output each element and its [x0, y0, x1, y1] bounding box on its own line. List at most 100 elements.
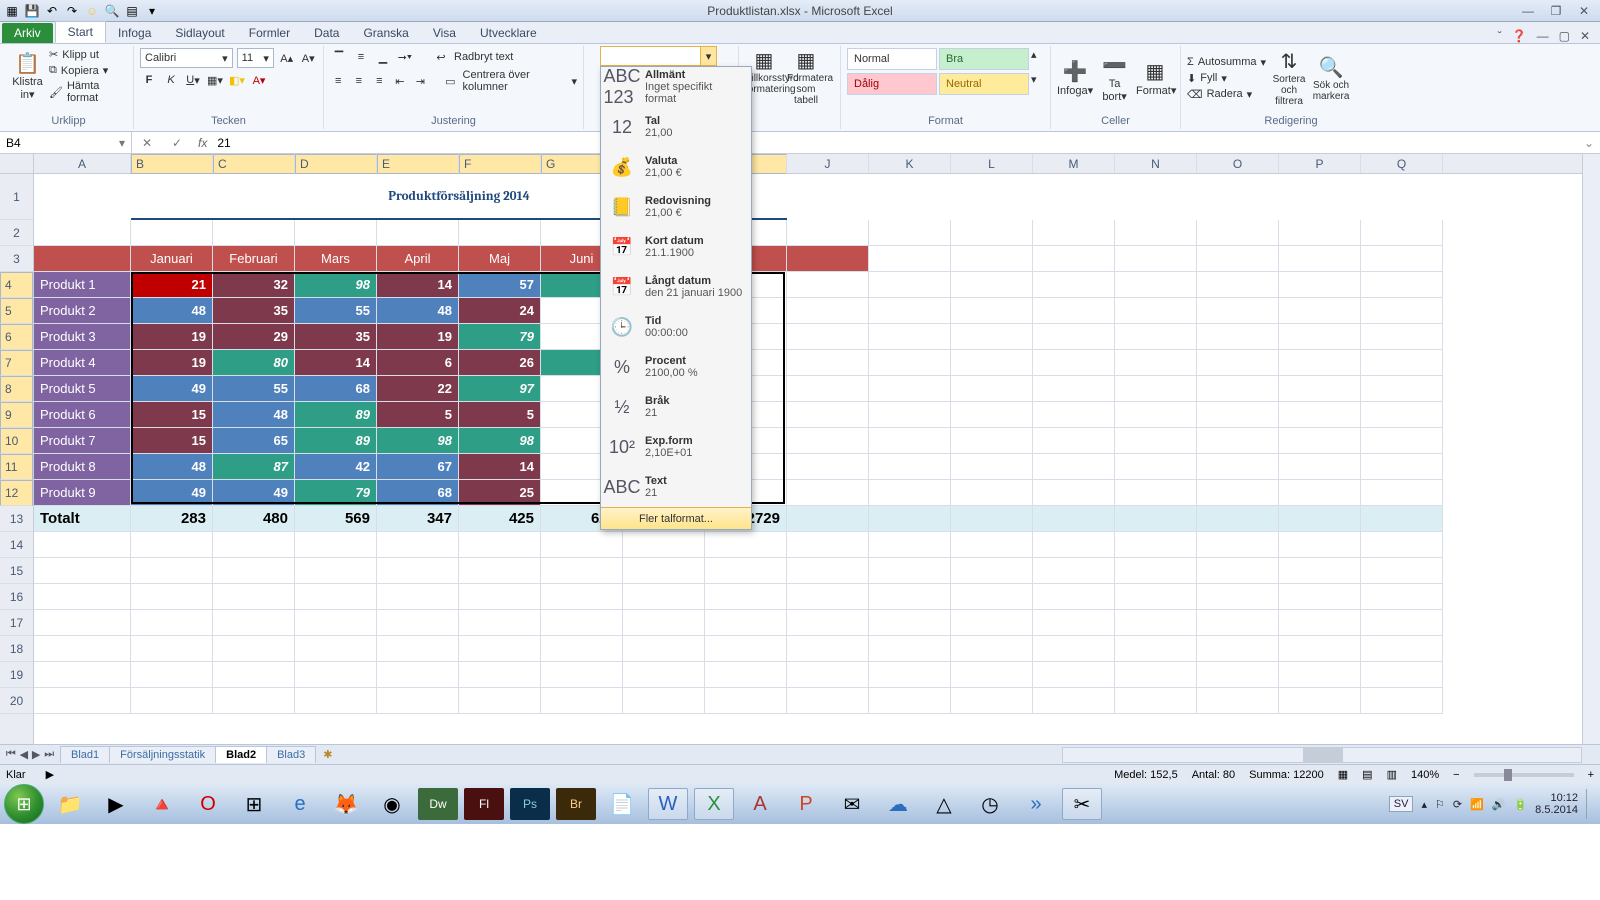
cell[interactable] [34, 558, 131, 584]
cell[interactable] [1279, 298, 1361, 324]
cell[interactable] [869, 506, 951, 532]
window-min-icon[interactable]: — [1537, 29, 1549, 43]
zoom-in-icon[interactable]: + [1588, 769, 1594, 781]
cell[interactable] [1115, 350, 1197, 376]
cell[interactable] [869, 298, 951, 324]
align-bot-icon[interactable]: ▁ [374, 48, 392, 66]
row-header[interactable]: 4 [0, 272, 33, 298]
cell[interactable] [213, 584, 295, 610]
cell[interactable] [1115, 272, 1197, 298]
cell[interactable]: 24 [459, 298, 541, 324]
cell[interactable] [951, 350, 1033, 376]
cell[interactable] [869, 558, 951, 584]
cell[interactable] [787, 428, 869, 454]
row-header[interactable]: 15 [0, 558, 33, 584]
cell[interactable] [1033, 376, 1115, 402]
cell[interactable] [787, 532, 869, 558]
cell[interactable] [377, 636, 459, 662]
number-format-option[interactable]: 🕒Tid00:00:00 [601, 307, 751, 347]
cell[interactable] [951, 532, 1033, 558]
cell[interactable] [1279, 324, 1361, 350]
cell[interactable] [1361, 272, 1443, 298]
cell[interactable] [34, 220, 131, 246]
cell[interactable] [1115, 610, 1197, 636]
paste-button[interactable]: 📋Klistra in▾ [10, 51, 45, 101]
row-header[interactable]: 6 [0, 324, 33, 350]
cell[interactable] [1115, 584, 1197, 610]
cell[interactable] [705, 662, 787, 688]
cell[interactable] [295, 610, 377, 636]
cell[interactable]: 35 [295, 324, 377, 350]
taskbar-photoshop-icon[interactable]: Ps [510, 788, 550, 820]
cell[interactable]: 87 [213, 454, 295, 480]
cell[interactable]: 98 [295, 272, 377, 298]
cell[interactable] [1197, 350, 1279, 376]
cell[interactable] [787, 584, 869, 610]
delete-cells-button[interactable]: ➖Ta bort▾ [1097, 53, 1132, 103]
shrink-font-icon[interactable]: A▾ [299, 49, 317, 67]
cell[interactable] [705, 610, 787, 636]
row-header[interactable]: 2 [0, 220, 33, 246]
cell[interactable] [1279, 662, 1361, 688]
cell[interactable] [951, 272, 1033, 298]
cell[interactable] [1361, 584, 1443, 610]
cell[interactable] [377, 688, 459, 714]
select-all-corner[interactable] [0, 154, 34, 174]
tab-formulas[interactable]: Formler [237, 23, 302, 43]
tray-clock[interactable]: 10:128.5.2014 [1535, 792, 1578, 816]
cell[interactable]: 21 [131, 272, 213, 298]
taskbar-dreamweaver-icon[interactable]: Dw [418, 788, 458, 820]
cell[interactable] [1033, 662, 1115, 688]
cell[interactable] [377, 220, 459, 246]
cell[interactable] [1197, 454, 1279, 480]
cell[interactable] [1361, 636, 1443, 662]
row-header[interactable]: 7 [0, 350, 33, 376]
show-desktop-button[interactable] [1586, 789, 1596, 819]
cell[interactable] [1361, 610, 1443, 636]
cell[interactable] [1115, 428, 1197, 454]
view-pagebreak-icon[interactable]: ▥ [1387, 768, 1397, 781]
cell[interactable] [1033, 688, 1115, 714]
cell[interactable] [1197, 246, 1279, 272]
row-header[interactable]: 17 [0, 610, 33, 636]
cell[interactable] [1279, 246, 1361, 272]
indent-dec-icon[interactable]: ⇤ [392, 72, 409, 90]
cell[interactable]: 68 [377, 480, 459, 506]
cell[interactable] [869, 220, 951, 246]
cell[interactable] [869, 610, 951, 636]
cell[interactable] [1033, 584, 1115, 610]
cell[interactable] [1361, 480, 1443, 506]
taskbar-wmp-icon[interactable]: ▶ [96, 788, 136, 820]
row-header[interactable]: 8 [0, 376, 33, 402]
cell[interactable] [1279, 532, 1361, 558]
macro-record-icon[interactable]: ▶ [46, 768, 54, 781]
tab-file[interactable]: Arkiv [2, 23, 53, 43]
cell[interactable]: 49 [131, 480, 213, 506]
cell[interactable] [1033, 174, 1115, 220]
style-up-icon[interactable]: ▴ [1031, 48, 1037, 70]
cell[interactable] [1361, 220, 1443, 246]
cell[interactable]: 65 [213, 428, 295, 454]
cell[interactable] [1279, 688, 1361, 714]
cell[interactable] [131, 558, 213, 584]
sheet-nav-prev-icon[interactable]: ◀ [20, 748, 28, 761]
cell[interactable]: Produkt 2 [34, 298, 131, 324]
window-close-icon[interactable]: ✕ [1580, 29, 1590, 43]
taskbar-firefox-icon[interactable]: 🦊 [326, 788, 366, 820]
cell[interactable]: Produkt 8 [34, 454, 131, 480]
cell[interactable] [541, 636, 623, 662]
cell[interactable] [1197, 532, 1279, 558]
row-header[interactable]: 9 [0, 402, 33, 428]
number-format-option[interactable]: 💰Valuta21,00 € [601, 147, 751, 187]
cell[interactable]: 14 [295, 350, 377, 376]
expand-formula-icon[interactable]: ⌄ [1578, 136, 1600, 150]
cell[interactable] [1279, 174, 1361, 220]
column-header[interactable]: O [1197, 154, 1279, 173]
cell[interactable]: 5 [459, 402, 541, 428]
taskbar-opera-icon[interactable]: O [188, 788, 228, 820]
tab-review[interactable]: Granska [351, 23, 420, 43]
cell[interactable]: April [377, 246, 459, 272]
cell[interactable]: 48 [131, 454, 213, 480]
cell[interactable] [787, 246, 869, 272]
cell[interactable] [1115, 636, 1197, 662]
